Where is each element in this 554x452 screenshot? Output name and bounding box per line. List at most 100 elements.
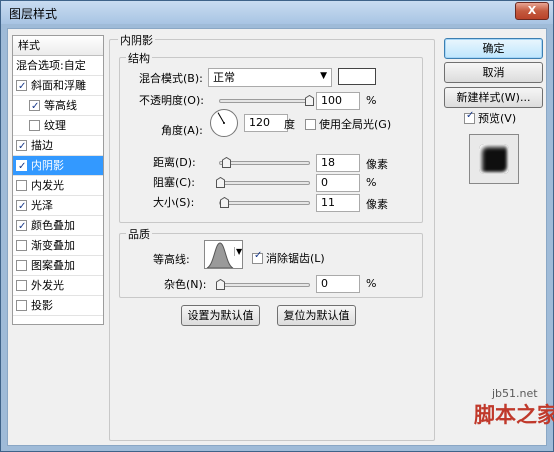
sidebar-item[interactable]: 纹理 xyxy=(13,116,103,136)
cancel-button[interactable]: 取消 xyxy=(444,62,543,83)
antialias-checkbox[interactable] xyxy=(252,250,263,264)
slider-thumb-icon[interactable] xyxy=(305,95,314,106)
global-light-checkbox[interactable] xyxy=(305,119,316,130)
sidebar-item-checkbox[interactable] xyxy=(29,120,40,131)
sidebar-item[interactable]: 颜色叠加 xyxy=(13,216,103,237)
opacity-unit: % xyxy=(366,94,377,107)
sidebar-item[interactable]: 内阴影 xyxy=(13,156,103,177)
sidebar-item[interactable]: 描边 xyxy=(13,136,103,157)
noise-input[interactable]: 0 xyxy=(316,275,360,293)
blend-mode-label: 混合模式(B): xyxy=(139,72,203,85)
size-label: 大小(S): xyxy=(153,196,195,209)
shadow-color-swatch[interactable] xyxy=(338,68,376,85)
preview-checkbox[interactable] xyxy=(464,110,475,124)
blend-mode-value: 正常 xyxy=(213,71,235,84)
distance-input[interactable]: 18 xyxy=(316,154,360,172)
structure-title: 结构 xyxy=(126,50,152,66)
angle-value: 120 xyxy=(249,116,270,129)
sidebar-item-label: 斜面和浮雕 xyxy=(31,79,86,92)
choke-value: 0 xyxy=(321,176,328,189)
structure-group: 结构 混合模式(B): 正常 ▼ 不透明度(O): 100 % 角度(A): 1… xyxy=(119,50,423,223)
angle-unit: 度 xyxy=(284,118,295,131)
sidebar-item-label: 图案叠加 xyxy=(31,259,75,272)
sidebar-item-label: 渐变叠加 xyxy=(31,239,75,252)
sidebar-item-checkbox[interactable] xyxy=(16,300,27,311)
blend-mode-select[interactable]: 正常 ▼ xyxy=(208,68,332,87)
sidebar-item-blend-options[interactable]: 混合选项:自定 xyxy=(13,56,103,76)
sidebar-item-checkbox[interactable] xyxy=(16,217,27,237)
contour-picker[interactable]: ▼ xyxy=(204,240,243,269)
slider-thumb-icon[interactable] xyxy=(216,177,225,188)
chevron-down-icon[interactable]: ▼ xyxy=(234,247,242,256)
styles-header-label: 样式 xyxy=(18,39,40,52)
angle-input[interactable]: 120 xyxy=(244,114,288,132)
sidebar-item[interactable]: 光泽 xyxy=(13,196,103,217)
antialias-label: 消除锯齿(L) xyxy=(266,252,325,265)
choke-input[interactable]: 0 xyxy=(316,174,360,192)
size-slider[interactable] xyxy=(219,197,310,208)
size-input[interactable]: 11 xyxy=(316,194,360,212)
slider-thumb-icon[interactable] xyxy=(216,279,225,290)
window-title: 图层样式 xyxy=(9,7,58,21)
noise-value: 0 xyxy=(321,277,328,290)
sidebar-item-checkbox[interactable] xyxy=(16,137,27,157)
distance-value: 18 xyxy=(321,156,335,169)
panel-title: 内阴影 xyxy=(118,32,155,48)
distance-label: 距离(D): xyxy=(153,156,196,169)
choke-slider[interactable] xyxy=(216,177,310,188)
sidebar-item[interactable]: 等高线 xyxy=(13,96,103,117)
sidebar-item-checkbox[interactable] xyxy=(16,240,27,251)
sidebar-item-label: 内阴影 xyxy=(31,159,64,172)
styles-list: 样式 混合选项:自定 斜面和浮雕等高线纹理描边内阴影内发光光泽颜色叠加渐变叠加图… xyxy=(12,35,104,325)
preview-swatch xyxy=(479,144,509,174)
sidebar-item-label: 投影 xyxy=(31,299,53,312)
angle-label: 角度(A): xyxy=(161,124,203,137)
opacity-input[interactable]: 100 xyxy=(316,92,360,110)
sidebar-item-label: 内发光 xyxy=(31,179,64,192)
sidebar-item-label: 颜色叠加 xyxy=(31,219,75,232)
sidebar-item-checkbox[interactable] xyxy=(16,77,27,97)
noise-slider[interactable] xyxy=(216,279,310,290)
sidebar-item-label: 外发光 xyxy=(31,279,64,292)
layer-style-dialog: 图层样式 X 样式 混合选项:自定 斜面和浮雕等高线纹理描边内阴影内发光光泽颜色… xyxy=(0,0,554,452)
sidebar-item-checkbox[interactable] xyxy=(16,197,27,217)
size-unit: 像素 xyxy=(366,198,388,211)
angle-dial[interactable] xyxy=(209,108,239,138)
global-light-label: 使用全局光(G) xyxy=(319,118,392,131)
close-button[interactable]: X xyxy=(515,2,549,20)
slider-thumb-icon[interactable] xyxy=(222,157,232,168)
sidebar-item-checkbox[interactable] xyxy=(16,157,27,177)
sidebar-item-checkbox[interactable] xyxy=(29,97,40,117)
watermark-brand: 脚本之家 xyxy=(474,403,554,427)
quality-title: 品质 xyxy=(126,226,152,242)
sidebar-item[interactable]: 斜面和浮雕 xyxy=(13,76,103,97)
reset-default-button[interactable]: 复位为默认值 xyxy=(277,305,356,326)
quality-group: 品质 等高线: ▼ 消除锯齿(L) 杂色(N): 0 % xyxy=(119,226,423,298)
sidebar-item-label: 光泽 xyxy=(31,199,53,212)
noise-label: 杂色(N): xyxy=(164,278,207,291)
sidebar-item-checkbox[interactable] xyxy=(16,180,27,191)
noise-unit: % xyxy=(366,277,377,290)
sidebar-item-checkbox[interactable] xyxy=(16,280,27,291)
dialog-body: 样式 混合选项:自定 斜面和浮雕等高线纹理描边内阴影内发光光泽颜色叠加渐变叠加图… xyxy=(7,28,554,446)
sidebar-item[interactable]: 投影 xyxy=(13,296,103,316)
sidebar-item-label: 描边 xyxy=(31,139,53,152)
sidebar-item[interactable]: 内发光 xyxy=(13,176,103,196)
sidebar-item[interactable]: 图案叠加 xyxy=(13,256,103,276)
set-default-button[interactable]: 设置为默认值 xyxy=(181,305,260,326)
new-style-button[interactable]: 新建样式(W)... xyxy=(444,87,543,108)
preview-label: 预览(V) xyxy=(478,112,517,125)
opacity-slider[interactable] xyxy=(219,95,314,106)
sidebar-item-label: 纹理 xyxy=(44,119,66,132)
contour-label: 等高线: xyxy=(153,253,190,266)
distance-slider[interactable] xyxy=(219,157,310,168)
sidebar-item-checkbox[interactable] xyxy=(16,260,27,271)
sidebar-item[interactable]: 渐变叠加 xyxy=(13,236,103,256)
ok-button[interactable]: 确定 xyxy=(444,38,543,59)
sidebar-item[interactable]: 外发光 xyxy=(13,276,103,296)
styles-header[interactable]: 样式 xyxy=(13,36,103,56)
size-value: 11 xyxy=(321,196,335,209)
title-bar[interactable]: 图层样式 X xyxy=(1,1,553,24)
sidebar-item-label: 等高线 xyxy=(44,99,77,112)
slider-thumb-icon[interactable] xyxy=(219,197,229,208)
